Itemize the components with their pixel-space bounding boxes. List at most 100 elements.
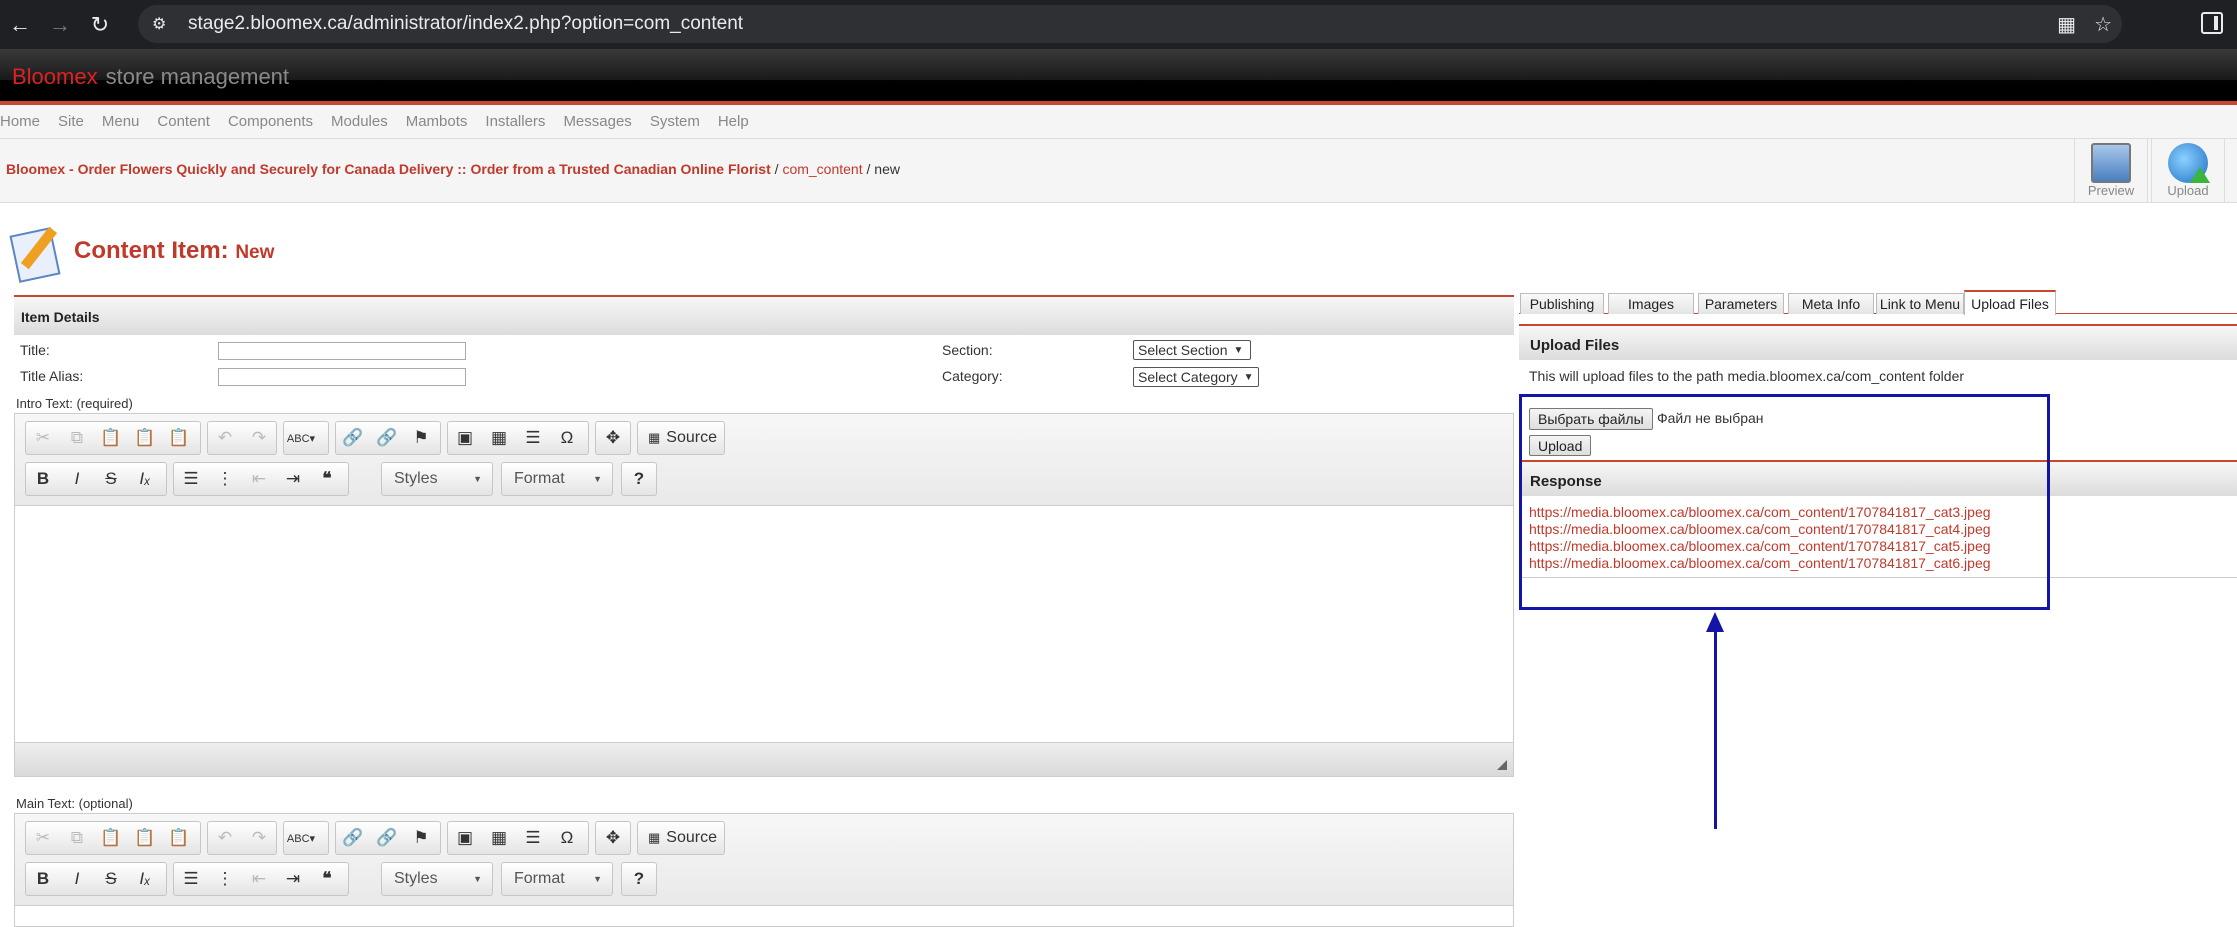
menu-mambots[interactable]: Mambots: [406, 113, 468, 130]
title-alias-input[interactable]: [218, 368, 466, 386]
format-dropdown[interactable]: Format ▼: [501, 862, 613, 896]
reload-icon[interactable]: ↻: [80, 5, 120, 45]
cut-icon[interactable]: ✂: [26, 822, 60, 854]
redo-icon[interactable]: ↷: [242, 422, 276, 454]
menu-installers[interactable]: Installers: [485, 113, 545, 130]
help-icon[interactable]: ?: [622, 463, 656, 495]
undo-icon[interactable]: ↶: [208, 822, 242, 854]
tab-parameters[interactable]: Parameters: [1698, 293, 1784, 314]
image-icon[interactable]: ▣: [448, 422, 482, 454]
tab-meta-info[interactable]: Meta Info: [1788, 293, 1874, 314]
source-doc-icon: ▦: [648, 830, 661, 845]
italic-icon[interactable]: I: [60, 463, 94, 495]
tab-upload-files[interactable]: Upload Files: [1964, 290, 2056, 315]
paste-word-icon[interactable]: 📋: [162, 822, 196, 854]
menu-messages[interactable]: Messages: [563, 113, 631, 130]
remove-format-icon[interactable]: Iₓ: [128, 463, 162, 495]
maximize-icon[interactable]: ✥: [596, 422, 630, 454]
menu-menu[interactable]: Menu: [102, 113, 140, 130]
menu-home[interactable]: Home: [0, 113, 40, 130]
intro-text-label: Intro Text: (required): [16, 396, 133, 411]
outdent-icon[interactable]: ⇤: [242, 463, 276, 495]
bookmark-star-icon[interactable]: ☆: [2094, 12, 2112, 37]
brand-logo: Bloomex store management: [12, 64, 289, 90]
side-panel-icon[interactable]: [2201, 12, 2223, 34]
title-label: Title:: [20, 342, 50, 358]
tab-publishing[interactable]: Publishing: [1520, 293, 1604, 314]
intro-text-area[interactable]: [15, 506, 1513, 742]
menu-site[interactable]: Site: [58, 113, 84, 130]
outdent-icon[interactable]: ⇤: [242, 863, 276, 895]
category-select[interactable]: Select Category ▼: [1133, 367, 1259, 387]
tab-images[interactable]: Images: [1608, 293, 1694, 314]
source-button[interactable]: ▦ Source: [637, 421, 725, 455]
italic-icon[interactable]: I: [60, 863, 94, 895]
strikethrough-icon[interactable]: S: [94, 463, 128, 495]
title-input[interactable]: [218, 342, 466, 360]
table-icon[interactable]: ▦: [482, 422, 516, 454]
paste-text-icon[interactable]: 📋: [128, 422, 162, 454]
table-icon[interactable]: ▦: [482, 822, 516, 854]
maximize-icon[interactable]: ✥: [596, 822, 630, 854]
horizontal-line-icon[interactable]: ☰: [516, 822, 550, 854]
preview-button[interactable]: Preview: [2074, 139, 2148, 202]
section-select[interactable]: Select Section ▼: [1133, 340, 1251, 360]
paste-text-icon[interactable]: 📋: [128, 822, 162, 854]
upload-toolbar-button[interactable]: Upload: [2151, 139, 2225, 202]
bold-icon[interactable]: B: [26, 463, 60, 495]
menu-components[interactable]: Components: [228, 113, 313, 130]
format-label: Format: [514, 470, 565, 487]
styles-dropdown[interactable]: Styles ▼: [381, 462, 493, 496]
main-text-area[interactable]: [15, 906, 1513, 926]
blockquote-icon[interactable]: ❝: [310, 463, 344, 495]
breadcrumb-component[interactable]: com_content: [782, 161, 862, 177]
numbered-list-icon[interactable]: ☰: [174, 463, 208, 495]
unlink-icon[interactable]: 🔗: [370, 822, 404, 854]
link-icon[interactable]: 🔗: [336, 822, 370, 854]
unlink-icon[interactable]: 🔗: [370, 422, 404, 454]
special-char-omega-icon[interactable]: Ω: [550, 822, 584, 854]
spellcheck-icon[interactable]: ABC▾: [284, 422, 318, 454]
copy-icon[interactable]: ⧉: [60, 822, 94, 854]
paste-word-icon[interactable]: 📋: [162, 422, 196, 454]
menu-content[interactable]: Content: [157, 113, 210, 130]
indent-icon[interactable]: ⇥: [276, 463, 310, 495]
bold-icon[interactable]: B: [26, 863, 60, 895]
translate-icon[interactable]: ▦: [2057, 12, 2076, 37]
styles-dropdown[interactable]: Styles ▼: [381, 862, 493, 896]
menu-modules[interactable]: Modules: [331, 113, 388, 130]
back-arrow-icon[interactable]: ←: [0, 5, 40, 45]
cut-icon[interactable]: ✂: [26, 422, 60, 454]
anchor-flag-icon[interactable]: ⚑: [404, 822, 438, 854]
horizontal-line-icon[interactable]: ☰: [516, 422, 550, 454]
brand-suffix: store management: [105, 64, 290, 89]
menu-help[interactable]: Help: [718, 113, 749, 130]
paste-icon[interactable]: 📋: [94, 822, 128, 854]
forward-arrow-icon[interactable]: →: [40, 5, 80, 45]
indent-icon[interactable]: ⇥: [276, 863, 310, 895]
remove-format-icon[interactable]: Iₓ: [128, 863, 162, 895]
numbered-list-icon[interactable]: ☰: [174, 863, 208, 895]
paste-icon[interactable]: 📋: [94, 422, 128, 454]
strikethrough-icon[interactable]: S: [94, 863, 128, 895]
copy-icon[interactable]: ⧉: [60, 422, 94, 454]
site-settings-icon[interactable]: ⚙: [152, 14, 176, 34]
address-bar[interactable]: ⚙ stage2.bloomex.ca/administrator/index2…: [138, 5, 2122, 43]
resize-grip-icon[interactable]: [1497, 760, 1507, 770]
format-dropdown[interactable]: Format ▼: [501, 462, 613, 496]
link-icon[interactable]: 🔗: [336, 422, 370, 454]
tab-link-to-menu[interactable]: Link to Menu: [1876, 293, 1964, 314]
source-button[interactable]: ▦ Source: [637, 821, 725, 855]
menu-system[interactable]: System: [650, 113, 700, 130]
image-icon[interactable]: ▣: [448, 822, 482, 854]
breadcrumb-site[interactable]: Bloomex - Order Flowers Quickly and Secu…: [6, 161, 771, 177]
spellcheck-icon[interactable]: ABC▾: [284, 822, 318, 854]
bulleted-list-icon[interactable]: ⋮: [208, 463, 242, 495]
bulleted-list-icon[interactable]: ⋮: [208, 863, 242, 895]
undo-icon[interactable]: ↶: [208, 422, 242, 454]
blockquote-icon[interactable]: ❝: [310, 863, 344, 895]
special-char-omega-icon[interactable]: Ω: [550, 422, 584, 454]
redo-icon[interactable]: ↷: [242, 822, 276, 854]
anchor-flag-icon[interactable]: ⚑: [404, 422, 438, 454]
help-icon[interactable]: ?: [622, 863, 656, 895]
